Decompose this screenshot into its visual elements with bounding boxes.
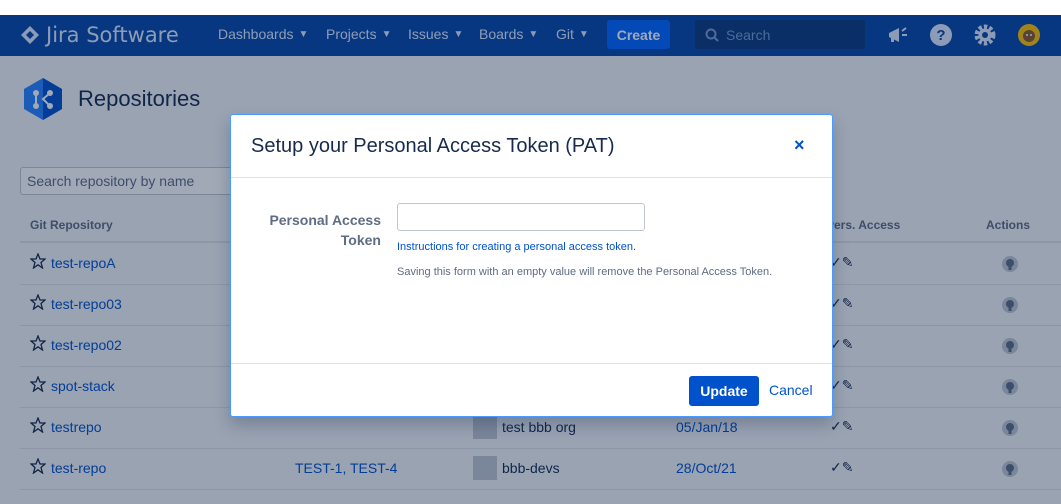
cancel-button[interactable]: Cancel [769,382,813,398]
personal-access-token-input[interactable] [397,203,645,231]
token-label-line1: Personal Access [269,212,381,228]
top-white-strip [0,0,1061,15]
update-button[interactable]: Update [689,376,759,406]
close-icon[interactable]: × [794,135,805,156]
token-label-line2: Token [340,232,381,248]
pat-help-text: Saving this form with an empty value wil… [397,266,773,278]
dialog-title: Setup your Personal Access Token (PAT) [251,135,615,157]
token-field-label: Personal Access Token [251,210,381,250]
pat-setup-dialog: Setup your Personal Access Token (PAT) ×… [230,114,833,417]
dialog-footer-divider [231,363,832,364]
pat-instructions-link[interactable]: Instructions for creating a personal acc… [397,241,636,253]
dialog-header: Setup your Personal Access Token (PAT) × [231,115,832,178]
